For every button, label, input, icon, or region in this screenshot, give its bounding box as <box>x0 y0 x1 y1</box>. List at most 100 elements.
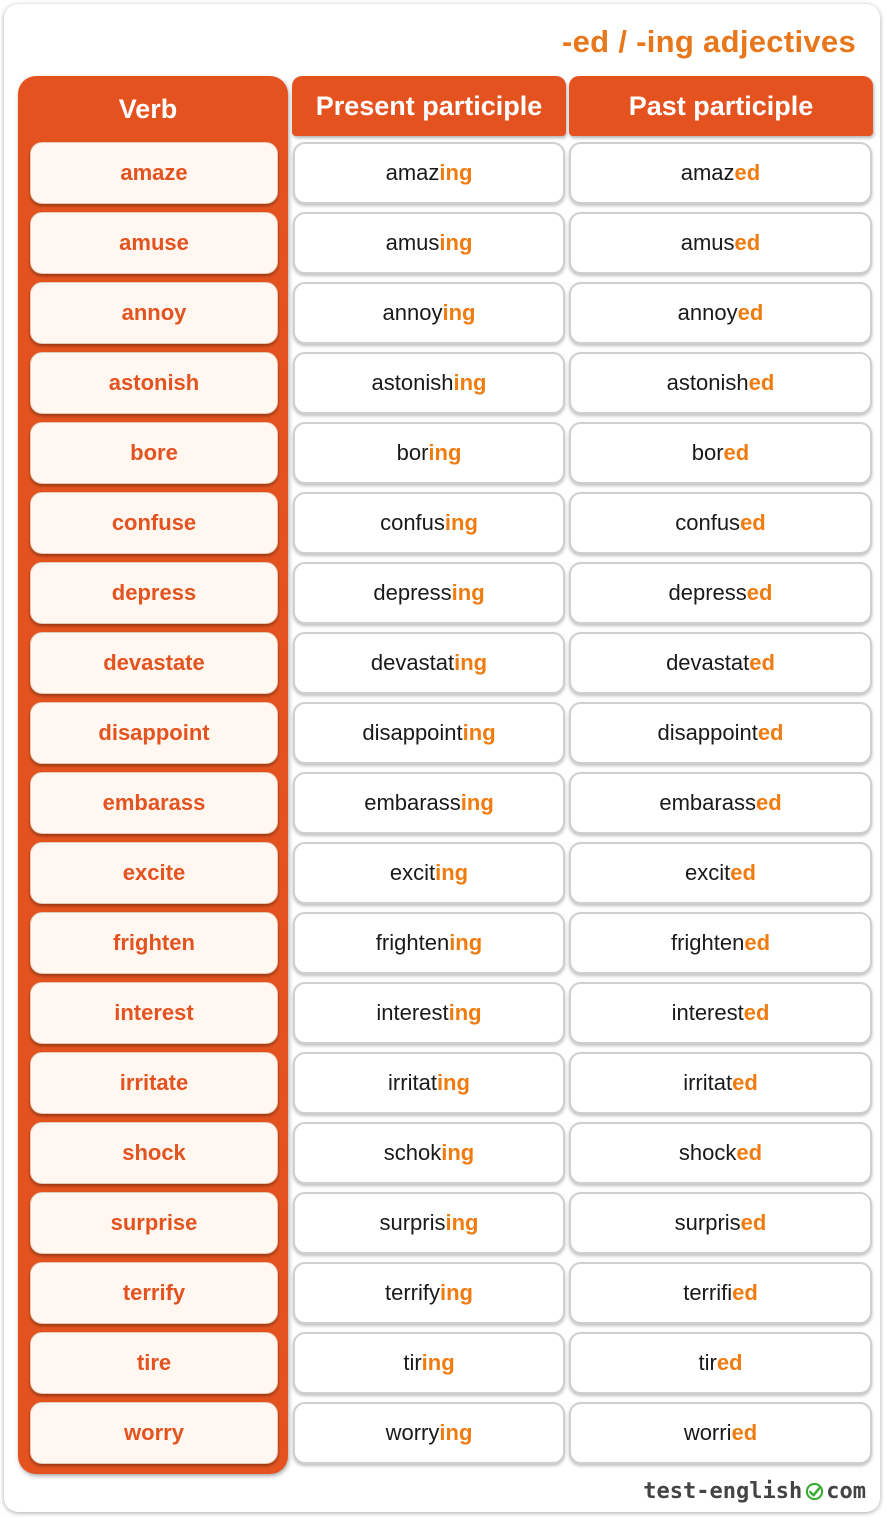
present-stem: astonish <box>371 370 454 395</box>
present-stem: disappoint <box>362 720 463 745</box>
present-stem: amus <box>385 230 440 255</box>
present-suffix: ing <box>439 1420 473 1445</box>
verb-cell: irritate <box>30 1052 278 1114</box>
past-suffix: ed <box>730 860 756 885</box>
present-participle-cell: astonish ing <box>293 352 565 414</box>
present-stem: excit <box>389 860 436 885</box>
verb-cell: depress <box>30 562 278 624</box>
present-stem: schok <box>383 1140 442 1165</box>
present-suffix: ing <box>462 720 496 745</box>
present-participle-cell: schok ing <box>293 1122 565 1184</box>
past-suffix: ed <box>734 160 761 185</box>
past-participle-cell: interest ed <box>569 982 872 1044</box>
site-logo[interactable]: test-english com <box>643 1479 866 1504</box>
present-suffix: ing <box>442 300 476 325</box>
present-suffix: ing <box>428 440 462 465</box>
past-suffix: ed <box>732 1280 758 1305</box>
past-participle-cell: amaz ed <box>569 142 872 204</box>
past-stem: shock <box>678 1140 737 1165</box>
past-stem: depress <box>668 580 747 605</box>
present-suffix: ing <box>451 580 485 605</box>
present-suffix: ing <box>435 860 469 885</box>
past-stem: amus <box>680 230 735 255</box>
present-stem: amaz <box>385 160 440 185</box>
verb-cell: shock <box>30 1122 278 1184</box>
past-participle-cell: depress ed <box>569 562 872 624</box>
present-suffix: ing <box>445 1210 479 1235</box>
past-stem: astonish <box>666 370 749 395</box>
present-participle-cell: amus ing <box>293 212 565 274</box>
present-suffix: ing <box>444 510 478 535</box>
past-suffix: ed <box>734 230 761 255</box>
present-stem: tir <box>403 1350 422 1375</box>
verb-cell: embarass <box>30 772 278 834</box>
past-suffix: ed <box>757 720 784 745</box>
present-participle-cell: depress ing <box>293 562 565 624</box>
past-stem: embarass <box>659 790 756 815</box>
past-stem: worri <box>683 1420 732 1445</box>
past-participle-cell: surpris ed <box>569 1192 872 1254</box>
present-stem: annoy <box>382 300 443 325</box>
past-suffix: ed <box>744 930 771 955</box>
past-participle-cell: tir ed <box>569 1332 872 1394</box>
page-title: -ed / -ing adjectives <box>562 24 856 59</box>
present-stem: frighten <box>375 930 450 955</box>
present-suffix: ing <box>460 790 494 815</box>
past-suffix: ed <box>731 1420 758 1445</box>
verb-cell: interest <box>30 982 278 1044</box>
past-participle-cell: disappoint ed <box>569 702 872 764</box>
past-stem: devastat <box>666 650 750 675</box>
past-participle-cell: worri ed <box>569 1402 872 1464</box>
present-suffix: ing <box>440 1280 473 1305</box>
past-participle-header: Past participle <box>569 76 873 136</box>
verb-cell: frighten <box>30 912 278 974</box>
present-participle-cell: irritat ing <box>293 1052 565 1114</box>
past-participle-cell: shock ed <box>569 1122 872 1184</box>
verb-cell: devastate <box>30 632 278 694</box>
past-stem: annoy <box>677 300 738 325</box>
verb-cell: disappoint <box>30 702 278 764</box>
present-participle-cell: bor ing <box>293 422 565 484</box>
past-suffix: ed <box>740 510 766 535</box>
verb-cell: amuse <box>30 212 278 274</box>
present-stem: irritat <box>388 1070 437 1095</box>
past-suffix: ed <box>743 1000 770 1025</box>
past-suffix: ed <box>737 300 764 325</box>
past-stem: excit <box>685 860 731 885</box>
verb-cell: astonish <box>30 352 278 414</box>
past-suffix: ed <box>723 440 750 465</box>
present-suffix: ing <box>441 1140 475 1165</box>
present-suffix: ing <box>453 370 487 395</box>
present-stem: depress <box>373 580 452 605</box>
present-stem: interest <box>376 1000 449 1025</box>
past-participle-cell: amus ed <box>569 212 872 274</box>
past-stem: amaz <box>680 160 735 185</box>
present-participle-cell: embarass ing <box>293 772 565 834</box>
present-suffix: ing <box>439 160 473 185</box>
past-suffix: ed <box>746 580 773 605</box>
verb-header: Verb <box>118 94 178 124</box>
past-participle-cell: astonish ed <box>569 352 872 414</box>
present-stem: surpris <box>379 1210 446 1235</box>
past-participle-cell: bor ed <box>569 422 872 484</box>
present-stem: bor <box>396 440 429 465</box>
present-stem: embarass <box>364 790 461 815</box>
verb-cell: worry <box>30 1402 278 1464</box>
logo-text: test-english <box>643 1479 803 1504</box>
past-stem: bor <box>691 440 724 465</box>
present-participle-cell: amaz ing <box>293 142 565 204</box>
present-participle-cell: confus ing <box>293 492 565 554</box>
past-participle-cell: confus ed <box>569 492 872 554</box>
past-participle-cell: irritat ed <box>569 1052 872 1114</box>
past-participle-cell: terrifi ed <box>569 1262 872 1324</box>
present-participle-cell: worry ing <box>293 1402 565 1464</box>
past-suffix: ed <box>748 370 775 395</box>
past-participle-cell: excit ed <box>569 842 872 904</box>
present-suffix: ing <box>439 230 473 255</box>
verb-cell: annoy <box>30 282 278 344</box>
verb-cell: terrify <box>30 1262 278 1324</box>
past-suffix: ed <box>716 1350 743 1375</box>
present-participle-cell: frighten ing <box>293 912 565 974</box>
present-participle-cell: interest ing <box>293 982 565 1044</box>
present-stem: terrify <box>385 1280 440 1305</box>
